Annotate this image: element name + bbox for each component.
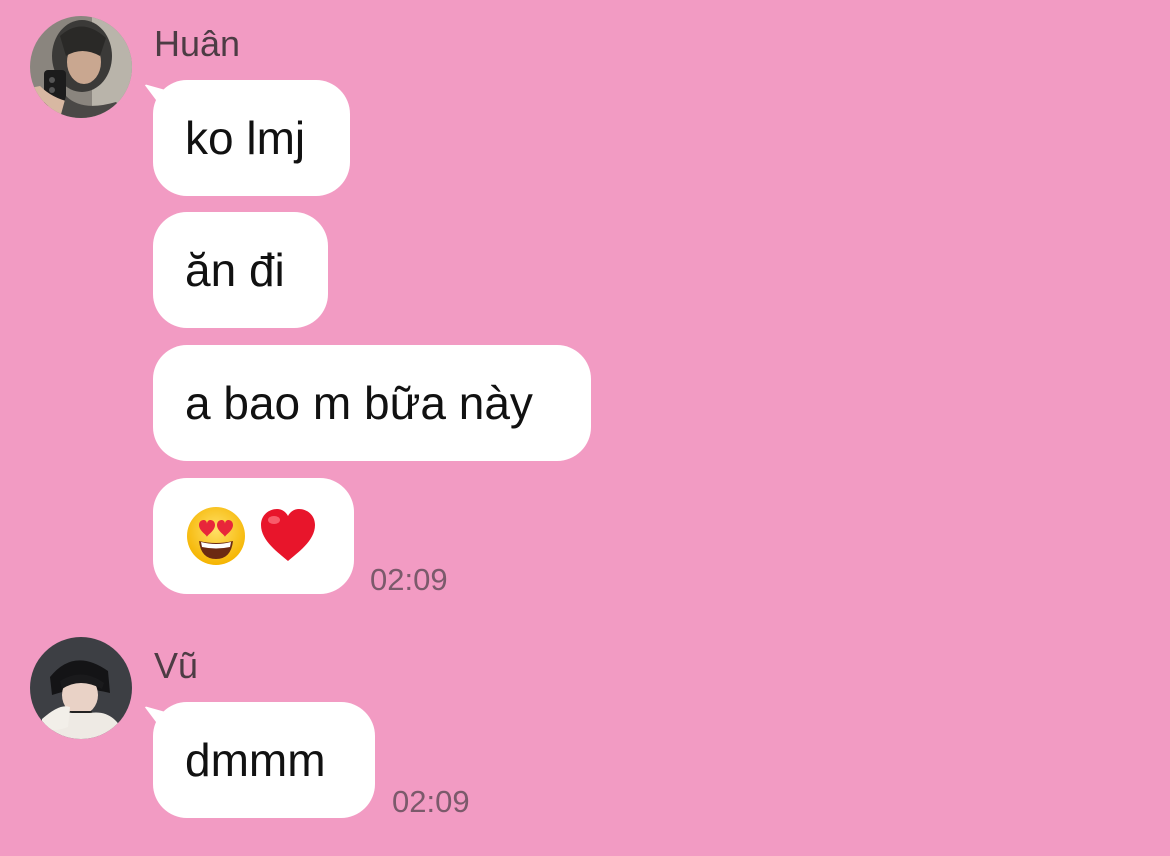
sender-name-vu: Vũ [154, 645, 199, 686]
avatar-huan[interactable] [30, 16, 132, 118]
message-bubble[interactable]: dmmm [153, 702, 375, 818]
user-avatar-vu-icon [30, 637, 132, 739]
message-timestamp: 02:09 [392, 784, 470, 819]
sender-name-huan: Huân [154, 23, 241, 64]
message-bubble[interactable] [153, 478, 354, 594]
message-text: dmmm [185, 734, 326, 786]
smiling-face-with-heart-eyes-icon [187, 507, 245, 565]
message-text: a bao m bữa này [185, 377, 533, 429]
red-heart-icon [261, 509, 315, 561]
message-text: ăn đi [185, 244, 285, 296]
message-text: ko lmj [185, 112, 306, 164]
message-bubble[interactable]: ăn đi [153, 212, 328, 328]
message-bubble[interactable]: a bao m bữa này [153, 345, 591, 461]
message-timestamp: 02:09 [370, 562, 448, 597]
message-bubble[interactable]: ko lmj [153, 80, 350, 196]
user-avatar-huan-icon [30, 16, 132, 118]
avatar-vu[interactable] [30, 637, 132, 739]
